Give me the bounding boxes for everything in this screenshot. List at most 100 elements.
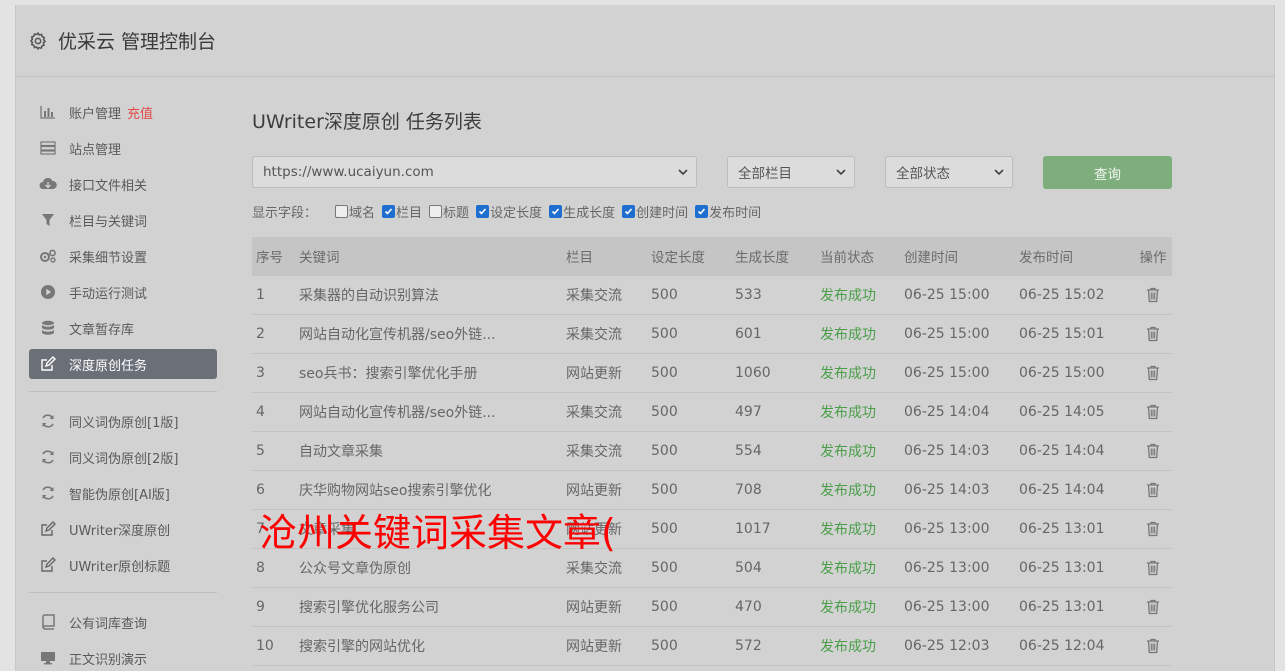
sidebar-item-group1-6[interactable]: 文章暂存库 — [29, 313, 217, 343]
checkbox-unchecked-icon[interactable] — [429, 204, 443, 218]
field-checkbox[interactable]: 设定长度 — [476, 202, 546, 221]
table-cell: 06-25 14:04 — [904, 404, 990, 420]
trash-icon[interactable] — [1146, 365, 1160, 381]
sidebar-item-group3-1[interactable]: 正文识别演示 — [29, 643, 217, 671]
table-cell: seo兵书：搜索引擎优化手册 — [299, 366, 478, 382]
gear-icon[interactable] — [28, 31, 48, 51]
table-cell: 公众号文章伪原创 — [299, 561, 411, 577]
table-cell: 8 — [256, 560, 265, 576]
sidebar-item-group1-1[interactable]: 站点管理 — [29, 133, 217, 163]
checkbox-unchecked-icon[interactable] — [335, 204, 349, 218]
trash-icon[interactable] — [1146, 599, 1160, 615]
checkbox-checked-icon[interactable] — [476, 204, 490, 218]
table-cell: 708 — [735, 482, 762, 498]
sidebar-item-group2-2[interactable]: 智能伪原创[AI版] — [29, 478, 217, 508]
field-checkbox[interactable]: 标题 — [429, 202, 473, 221]
field-checkbox[interactable]: 发布时间 — [695, 202, 765, 221]
table-cell: 6 — [256, 482, 265, 498]
field-checkbox[interactable]: 创建时间 — [622, 202, 692, 221]
delete-button[interactable] — [1134, 599, 1172, 615]
delete-button[interactable] — [1134, 482, 1172, 498]
table-cell: 自动文章采集 — [299, 444, 383, 460]
table-cell: 搜索引擎的网站优化 — [299, 639, 425, 655]
trash-icon[interactable] — [1146, 560, 1160, 576]
status-badge: 发布成功 — [820, 405, 876, 421]
edit-icon — [39, 520, 57, 538]
table-cell: 06-25 13:01 — [1019, 560, 1105, 576]
display-fields: 显示字段： 域名 栏目 标题 设定长度 生成长度 创建时间 发布时间 — [252, 201, 768, 221]
filter-bar: https://www.ucaiyun.com 全部栏目 全部状态 查询 — [252, 156, 1172, 190]
sidebar-item-group1-2[interactable]: 接口文件相关 — [29, 169, 217, 199]
delete-button[interactable] — [1134, 638, 1172, 654]
sidebar-item-group1-5[interactable]: 手动运行测试 — [29, 277, 217, 307]
delete-button[interactable] — [1134, 287, 1172, 303]
sidebar-item-label: 采集细节设置 — [69, 250, 148, 266]
table-cell: 采集交流 — [566, 561, 622, 577]
trash-icon[interactable] — [1146, 443, 1160, 459]
sidebar-item-group1-0[interactable]: 账户管理 充值 — [29, 97, 217, 127]
cloud-download-icon — [39, 175, 57, 193]
sidebar-item-label: 栏目与关键词 — [69, 214, 148, 230]
table-cell: 3 — [256, 365, 265, 381]
trash-icon[interactable] — [1146, 404, 1160, 420]
field-checkbox-label: 域名 — [349, 205, 376, 221]
delete-button[interactable] — [1134, 404, 1172, 420]
table-cell: 06-25 13:00 — [904, 560, 990, 576]
sidebar-item-group1-7[interactable]: 深度原创任务 — [29, 349, 217, 379]
delete-button[interactable] — [1134, 560, 1172, 576]
field-checkbox[interactable]: 栏目 — [382, 202, 426, 221]
checkbox-checked-icon[interactable] — [695, 204, 709, 218]
site-select[interactable]: https://www.ucaiyun.com — [252, 156, 697, 188]
status-badge: 发布成功 — [820, 600, 876, 616]
field-checkbox[interactable]: 域名 — [335, 202, 379, 221]
field-checkbox[interactable]: 生成长度 — [549, 202, 619, 221]
delete-button[interactable] — [1134, 443, 1172, 459]
table-cell: 4 — [256, 404, 265, 420]
checkbox-checked-icon[interactable] — [622, 204, 636, 218]
book-icon — [39, 613, 57, 631]
table-cell: 500 — [651, 365, 678, 381]
status-badge: 发布成功 — [820, 561, 876, 577]
table-cell: 470 — [735, 599, 762, 615]
trash-icon[interactable] — [1146, 638, 1160, 654]
table-cell: 572 — [735, 638, 762, 654]
sidebar-item-group2-3[interactable]: UWriter深度原创 — [29, 514, 217, 544]
delete-button[interactable] — [1134, 365, 1172, 381]
sidebar-item-group1-4[interactable]: 采集细节设置 — [29, 241, 217, 271]
sidebar-item-group2-4[interactable]: UWriter原创标题 — [29, 550, 217, 580]
table-header: 序号 关键词 栏目 设定长度 生成长度 当前状态 创建时间 发布时间 操作 — [252, 237, 1172, 276]
delete-button[interactable] — [1134, 326, 1172, 342]
database-icon — [39, 319, 57, 337]
delete-button[interactable] — [1134, 521, 1172, 537]
table-cell: 庆华购物网站seo搜索引擎优化 — [299, 483, 492, 499]
table-row: 3 seo兵书：搜索引擎优化手册 网站更新 500 1060 发布成功 06-25 15:0… — [252, 354, 1172, 393]
cogs-icon — [39, 247, 57, 265]
trash-icon[interactable] — [1146, 326, 1160, 342]
watermark-text: 沧州关键词采集文章( — [259, 511, 616, 555]
column-header: 操作 — [1139, 250, 1167, 266]
trash-icon[interactable] — [1146, 482, 1160, 498]
table-row: 10 搜索引擎的网站优化 网站更新 500 572 发布成功 06-25 12:03 06-2… — [252, 627, 1172, 666]
status-select[interactable]: 全部状态 — [885, 156, 1013, 188]
query-button[interactable]: 查询 — [1043, 156, 1172, 189]
trash-icon[interactable] — [1146, 287, 1160, 303]
table-cell: 06-25 15:00 — [1019, 365, 1105, 381]
table-cell: 500 — [651, 560, 678, 576]
trash-icon[interactable] — [1146, 521, 1160, 537]
field-checkbox-label: 创建时间 — [636, 205, 689, 221]
column-select[interactable]: 全部栏目 — [727, 156, 855, 188]
column-header: 发布时间 — [1019, 250, 1073, 266]
table-cell: 采集器的自动识别算法 — [299, 288, 439, 304]
checkbox-checked-icon[interactable] — [549, 204, 563, 218]
table-cell: 500 — [651, 482, 678, 498]
table-cell: 500 — [651, 404, 678, 420]
sidebar-divider — [29, 592, 217, 593]
checkbox-checked-icon[interactable] — [382, 204, 396, 218]
sidebar-item-group3-0[interactable]: 公有词库查询 — [29, 607, 217, 637]
sidebar-item-group2-0[interactable]: 同义词伪原创[1版] — [29, 406, 217, 436]
table-cell: 06-25 15:01 — [1019, 326, 1105, 342]
sidebar-item-group2-1[interactable]: 同义词伪原创[2版] — [29, 442, 217, 472]
sidebar-item-label: 手动运行测试 — [69, 286, 148, 302]
recharge-link[interactable]: 充值 — [127, 103, 153, 122]
sidebar-item-group1-3[interactable]: 栏目与关键词 — [29, 205, 217, 235]
